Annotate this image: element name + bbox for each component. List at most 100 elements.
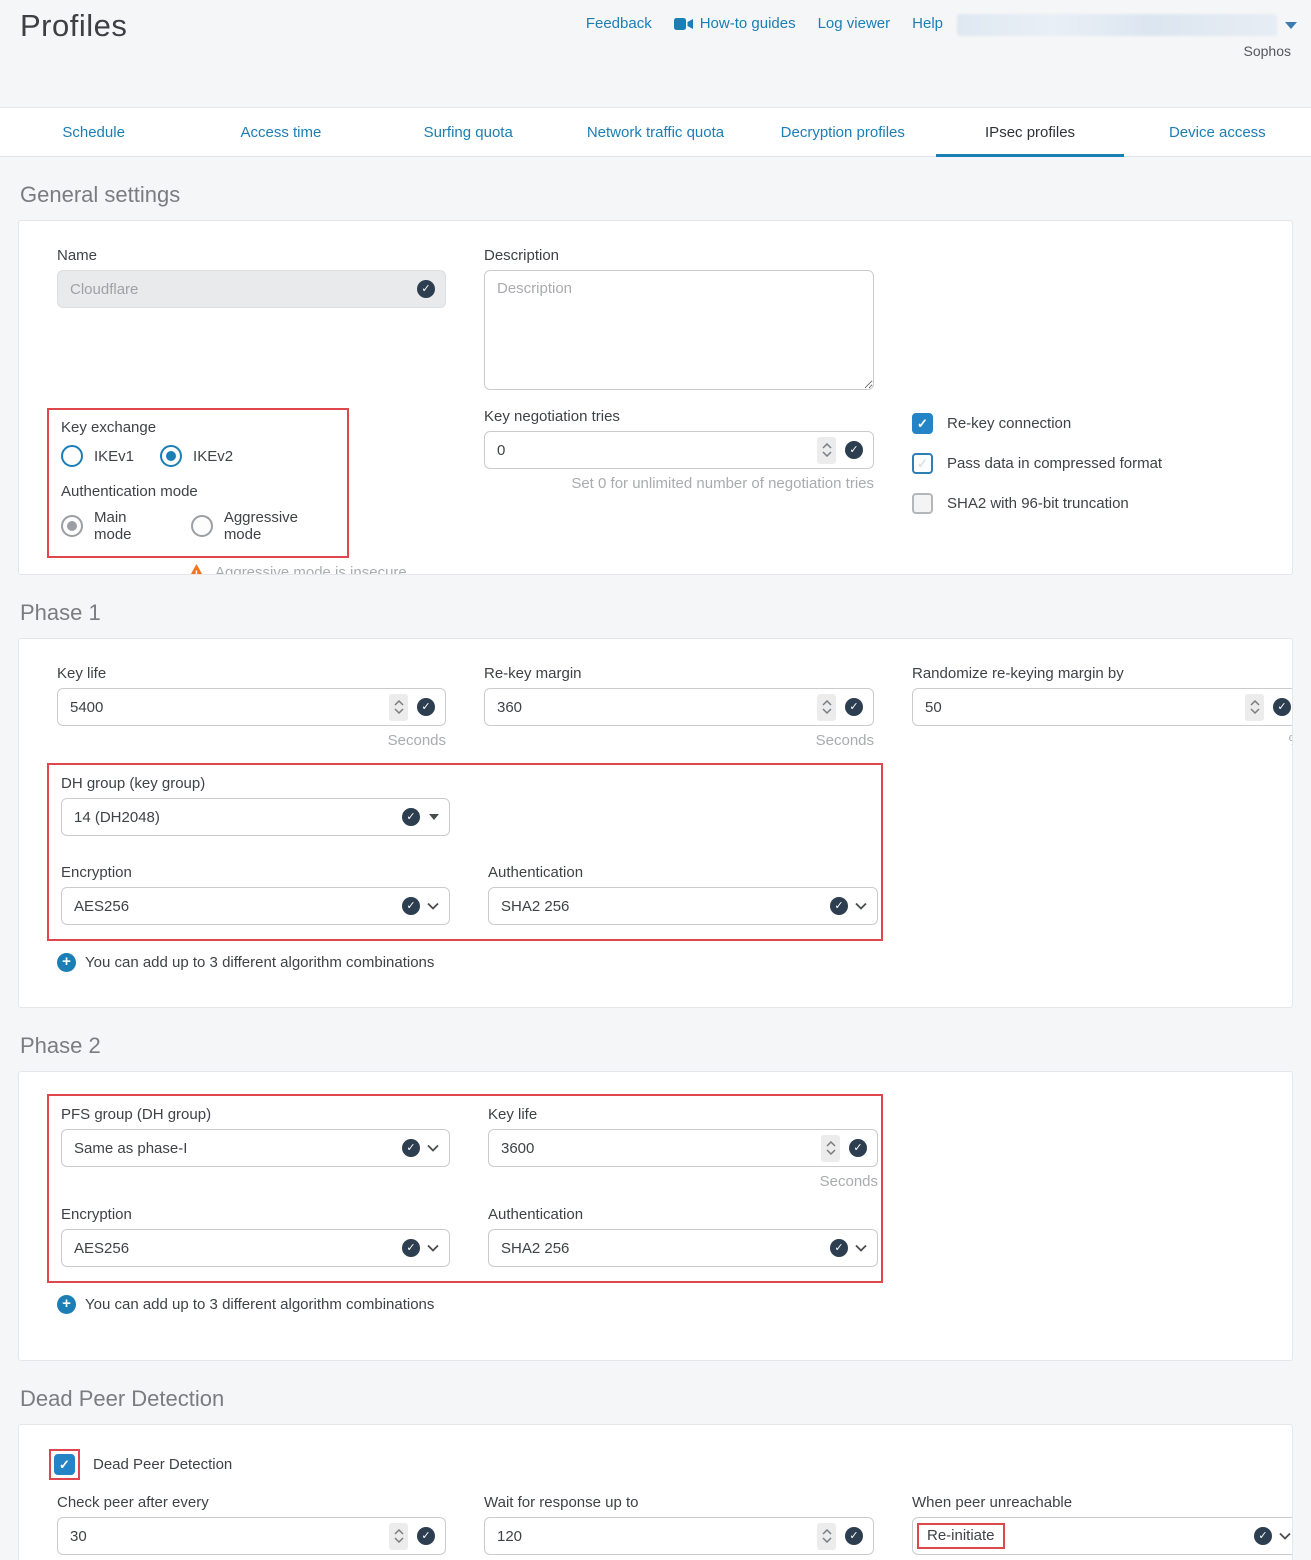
chevron-down-icon[interactable] (855, 902, 867, 910)
key-negotiation-input[interactable]: ✓ (484, 431, 874, 469)
pfs-group-select[interactable]: Same as phase-I ✓ (61, 1129, 450, 1167)
phase1-authentication-field: Authentication SHA2 256 ✓ (488, 864, 878, 925)
dh-group-select[interactable]: 14 (DH2048) ✓ (61, 798, 450, 836)
video-camera-icon (674, 18, 693, 30)
valid-check-icon: ✓ (845, 698, 863, 716)
encryption-select[interactable]: AES256 ✓ (61, 887, 450, 925)
authentication-select[interactable]: SHA2 256 ✓ (488, 887, 878, 925)
tab-decryption-profiles[interactable]: Decryption profiles (749, 108, 936, 156)
auth-mode-label: Authentication mode (61, 483, 335, 500)
tab-device-access[interactable]: Device access (1124, 108, 1311, 156)
valid-check-icon: ✓ (402, 808, 420, 826)
tab-network-traffic-quota[interactable]: Network traffic quota (562, 108, 749, 156)
caret-down-icon (1285, 22, 1297, 29)
phase2-authentication-field: Authentication SHA2 256 ✓ (488, 1206, 878, 1267)
dpd-enable-checkbox[interactable]: ✓ (54, 1454, 75, 1475)
number-stepper[interactable] (389, 694, 408, 721)
number-stepper[interactable] (817, 437, 836, 464)
encryption-select[interactable]: AES256 ✓ (61, 1229, 450, 1267)
randomize-margin-value[interactable] (925, 699, 1245, 716)
randomize-margin-input[interactable]: ✓ (912, 688, 1293, 726)
account-selector[interactable] (957, 12, 1297, 38)
howto-guides-link[interactable]: How-to guides (674, 15, 796, 32)
caret-down-icon[interactable] (429, 814, 439, 820)
checkbox-icon[interactable]: ✓ (912, 413, 933, 434)
compressed-format-label: Pass data in compressed format (947, 455, 1162, 472)
radio-main-mode-label: Main mode (94, 509, 165, 543)
tab-schedule[interactable]: Schedule (0, 108, 187, 156)
plus-circle-icon[interactable]: + (57, 953, 76, 972)
key-life-input[interactable]: ✓ (57, 688, 446, 726)
authentication-label: Authentication (488, 1206, 878, 1223)
check-peer-label: Check peer after every (57, 1494, 446, 1511)
warning-icon: ! (187, 564, 206, 575)
key-life-value[interactable] (501, 1140, 821, 1157)
radio-main-mode[interactable]: Main mode (61, 509, 165, 543)
radio-ikev1[interactable]: IKEv1 (61, 445, 134, 467)
chevron-up-icon (826, 1141, 836, 1147)
dh-group-value: 14 (DH2048) (74, 809, 402, 826)
randomize-margin-label: Randomize re-keying margin by (912, 665, 1293, 682)
chevron-up-icon (394, 1529, 404, 1535)
compressed-format-option[interactable]: ✓ Pass data in compressed format (912, 453, 1293, 474)
checkbox-icon[interactable]: ✓ (912, 493, 933, 514)
radio-icon[interactable] (61, 515, 83, 537)
authentication-select[interactable]: SHA2 256 ✓ (488, 1229, 878, 1267)
dpd-enable-label: Dead Peer Detection (93, 1456, 232, 1473)
check-peer-value[interactable] (70, 1528, 389, 1545)
key-negotiation-value[interactable] (497, 442, 817, 459)
chevron-down-icon (822, 1537, 832, 1543)
radio-icon[interactable] (191, 515, 213, 537)
radio-icon[interactable] (61, 445, 83, 467)
radio-ikev2[interactable]: IKEv2 (160, 445, 233, 467)
wait-response-value[interactable] (497, 1528, 817, 1545)
page-header: Profiles Feedback How-to guides Log view… (0, 0, 1311, 107)
encryption-label: Encryption (61, 1206, 450, 1223)
radio-icon[interactable] (160, 445, 182, 467)
rekey-connection-option[interactable]: ✓ Re-key connection (912, 413, 1293, 434)
key-life-label: Key life (57, 665, 446, 682)
radio-aggressive-mode[interactable]: Aggressive mode (191, 509, 335, 543)
name-input[interactable]: ✓ (57, 270, 446, 308)
chevron-down-icon[interactable] (1279, 1532, 1291, 1540)
aggressive-mode-warning: ! Aggressive mode is insecure (187, 564, 446, 575)
key-exchange-label: Key exchange (61, 419, 335, 436)
wait-response-input[interactable]: ✓ (484, 1517, 874, 1555)
tab-access-time[interactable]: Access time (187, 108, 374, 156)
phase1-add-combination[interactable]: + You can add up to 3 different algorith… (57, 953, 1264, 972)
checkbox-icon[interactable]: ✓ (912, 453, 933, 474)
number-stepper[interactable] (821, 1135, 840, 1162)
check-peer-input[interactable]: ✓ (57, 1517, 446, 1555)
valid-check-icon: ✓ (402, 1239, 420, 1257)
sha2-truncation-option[interactable]: ✓ SHA2 with 96-bit truncation (912, 493, 1293, 514)
key-life-input[interactable]: ✓ (488, 1129, 878, 1167)
log-viewer-link[interactable]: Log viewer (818, 15, 891, 32)
key-life-value[interactable] (70, 699, 389, 716)
description-textarea[interactable] (484, 270, 874, 390)
number-stepper[interactable] (1245, 694, 1264, 721)
valid-check-icon: ✓ (830, 1239, 848, 1257)
number-stepper[interactable] (817, 694, 836, 721)
rekey-margin-value[interactable] (497, 699, 817, 716)
number-stepper[interactable] (389, 1523, 408, 1550)
phase1-key-life-field: Key life ✓ Seconds (57, 665, 446, 749)
chevron-up-icon (822, 700, 832, 706)
when-unreachable-select[interactable]: Re-initiate ✓ (912, 1517, 1293, 1555)
brand-label: Sophos (1244, 43, 1291, 59)
chevron-down-icon[interactable] (855, 1244, 867, 1252)
tab-surfing-quota[interactable]: Surfing quota (375, 108, 562, 156)
tab-ipsec-profiles[interactable]: IPsec profiles (936, 108, 1123, 156)
chevron-down-icon[interactable] (427, 1244, 439, 1252)
chevron-down-icon[interactable] (427, 1144, 439, 1152)
page-title: Profiles (20, 8, 127, 44)
number-stepper[interactable] (817, 1523, 836, 1550)
feedback-link[interactable]: Feedback (586, 15, 652, 32)
name-input-value (70, 281, 417, 298)
plus-circle-icon[interactable]: + (57, 1295, 76, 1314)
rekey-margin-field: Re-key margin ✓ Seconds (484, 665, 874, 749)
rekey-margin-input[interactable]: ✓ (484, 688, 874, 726)
rekey-margin-label: Re-key margin (484, 665, 874, 682)
phase2-add-combination[interactable]: + You can add up to 3 different algorith… (57, 1295, 1264, 1314)
chevron-down-icon[interactable] (427, 902, 439, 910)
help-link[interactable]: Help (912, 15, 943, 32)
